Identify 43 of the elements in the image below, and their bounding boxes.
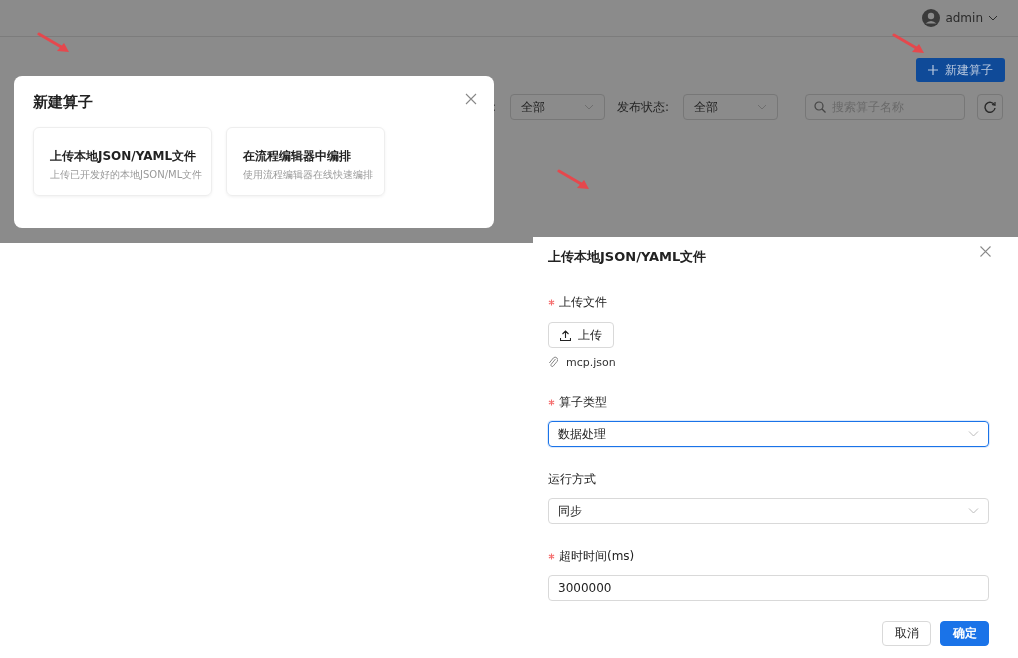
option-description: 上传已开发好的本地JSON/ML文件 xyxy=(50,168,203,182)
option-title: 在流程编辑器中编排 xyxy=(243,148,352,165)
plus-icon xyxy=(928,65,938,75)
refresh-button[interactable] xyxy=(977,94,1004,120)
refresh-icon xyxy=(984,101,997,113)
upload-button[interactable]: 上传 xyxy=(548,322,614,348)
drawer-title: 上传本地JSON/YAML文件 xyxy=(548,248,707,266)
filter-select[interactable]: 全部 xyxy=(683,94,779,120)
select-field[interactable]: 同步 xyxy=(548,498,989,524)
user-menu[interactable]: admin xyxy=(922,9,998,27)
chevron-down-icon xyxy=(988,15,998,21)
chevron-down-icon xyxy=(968,508,979,514)
chevron-down-icon xyxy=(584,104,595,110)
annotation-arrow xyxy=(557,169,591,191)
text-field[interactable]: 3000000 xyxy=(548,575,989,601)
paperclip-icon xyxy=(548,356,558,368)
option-card[interactable]: 在流程编辑器中编排 使用流程编辑器在线快速编排 xyxy=(226,127,385,196)
annotation-arrow xyxy=(37,32,71,54)
annotation-arrow xyxy=(892,33,926,55)
cancel-button[interactable]: 取消 xyxy=(882,621,931,646)
new-operator-button[interactable]: 新建算子 xyxy=(916,58,1005,82)
confirm-button[interactable]: 确定 xyxy=(940,621,989,646)
chevron-down-icon xyxy=(757,104,768,110)
dialog-title: 新建算子 xyxy=(33,93,93,111)
field-label: 算子类型 xyxy=(559,393,607,411)
chevron-down-icon xyxy=(968,431,979,437)
option-description: 使用流程编辑器在线快速编排 xyxy=(243,168,373,182)
file-name[interactable]: mcp.json xyxy=(566,355,616,369)
upload-icon xyxy=(560,329,571,341)
filter-label: : xyxy=(492,100,497,114)
avatar-icon xyxy=(922,9,941,27)
close-icon[interactable] xyxy=(465,93,477,105)
filter-label: 发布状态: xyxy=(617,98,670,116)
close-icon[interactable] xyxy=(980,246,991,257)
filter-select[interactable]: 全部 xyxy=(510,94,606,120)
select-field[interactable]: 数据处理 xyxy=(548,421,989,447)
field-label: 运行方式 xyxy=(548,470,596,488)
field-label: 上传文件 xyxy=(559,293,607,311)
search-icon xyxy=(814,101,827,113)
user-name: admin xyxy=(945,11,983,25)
field-label: 超时时间(ms) xyxy=(559,547,635,565)
option-card[interactable]: 上传本地JSON/YAML文件 上传已开发好的本地JSON/ML文件 xyxy=(33,127,212,196)
option-title: 上传本地JSON/YAML文件 xyxy=(50,148,195,165)
